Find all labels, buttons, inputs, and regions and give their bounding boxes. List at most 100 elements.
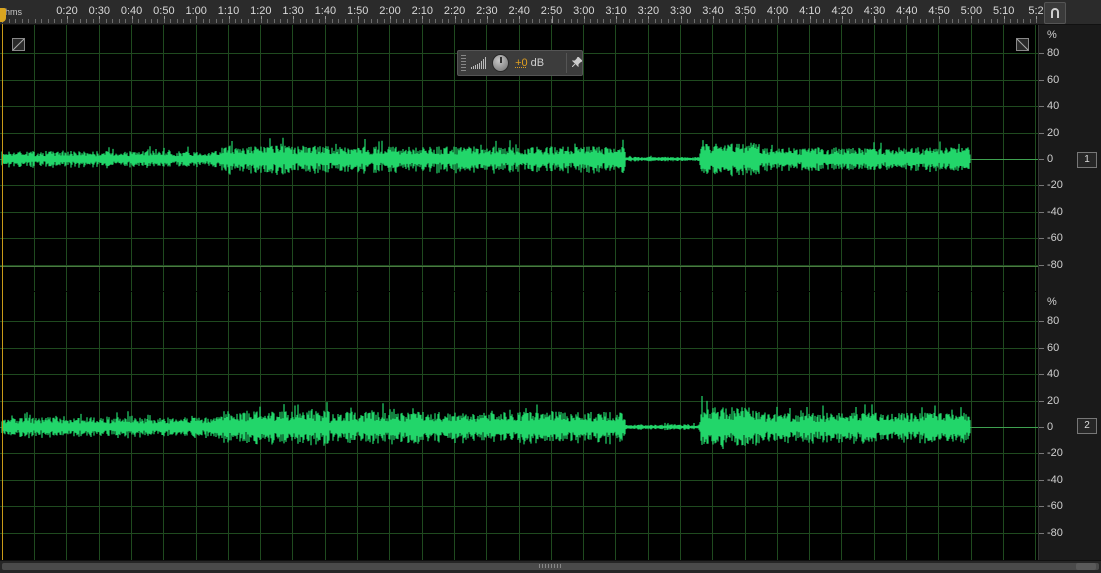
- ruler-minor-tick: [190, 19, 191, 23]
- amplitude-label: -80: [1047, 527, 1063, 539]
- ruler-minor-tick: [28, 19, 29, 23]
- ruler-minor-tick: [1030, 19, 1031, 23]
- amplitude-tick: [1039, 265, 1044, 266]
- ruler-minor-tick: [48, 19, 49, 23]
- ruler-minor-tick: [900, 19, 901, 23]
- ruler-minor-tick: [797, 19, 798, 23]
- ruler-minor-tick: [138, 19, 139, 23]
- amplitude-scale[interactable]: % 80 60 40 20 0 -20 -40 -60 -80% 80 60 40 20 0 -20 -40 -6…: [1038, 25, 1101, 560]
- amplitude-tick: [1039, 80, 1044, 81]
- volume-hud: +0 dB: [457, 50, 583, 76]
- ruler-minor-tick: [364, 19, 365, 23]
- volume-knob-icon[interactable]: [492, 54, 509, 72]
- ruler-minor-tick: [300, 19, 301, 23]
- ruler-minor-tick: [15, 19, 16, 23]
- amplitude-tick: [1039, 133, 1044, 134]
- ruler-minor-tick: [312, 19, 313, 23]
- ruler-minor-tick: [635, 19, 636, 23]
- amplitude-label: 80: [1047, 315, 1059, 327]
- waveform-canvas[interactable]: [0, 25, 1038, 560]
- zoom-right-corner-button[interactable]: [1016, 38, 1029, 51]
- ruler-minor-tick: [229, 19, 230, 23]
- ruler-minor-tick: [610, 19, 611, 23]
- amplitude-tick: [1039, 453, 1044, 454]
- channel-2-signal: [0, 292, 1038, 560]
- amplitude-tick: [1039, 159, 1044, 160]
- amplitude-label: -40: [1047, 206, 1063, 218]
- ruler-minor-tick: [145, 19, 146, 23]
- ruler-minor-tick: [894, 19, 895, 23]
- ruler-minor-tick: [881, 19, 882, 23]
- ruler-minor-tick: [920, 19, 921, 23]
- ruler-minor-tick: [500, 19, 501, 23]
- ruler-minor-tick: [991, 19, 992, 23]
- channel-2-badge[interactable]: 2: [1077, 418, 1097, 434]
- ruler-minor-tick: [371, 19, 372, 23]
- ruler-minor-tick: [648, 19, 649, 23]
- ruler-minor-tick: [157, 19, 158, 23]
- amplitude-label: 20: [1047, 127, 1059, 139]
- channel-separator[interactable]: [0, 266, 1101, 267]
- horizontal-scrollbar[interactable]: [0, 560, 1101, 573]
- ruler-minor-tick: [1036, 19, 1037, 23]
- ruler-minor-tick: [674, 19, 675, 23]
- hud-drag-grip[interactable]: [461, 55, 466, 71]
- ruler-major-tick: [552, 16, 553, 23]
- ruler-minor-tick: [377, 19, 378, 23]
- ruler-minor-tick: [196, 19, 197, 23]
- volume-value[interactable]: +0: [515, 57, 528, 69]
- ruler-minor-tick: [403, 19, 404, 23]
- pin-icon[interactable]: [572, 57, 582, 70]
- ruler-minor-tick: [655, 19, 656, 23]
- ruler-minor-tick: [1023, 19, 1024, 23]
- ruler-minor-tick: [629, 19, 630, 23]
- ruler-minor-tick: [254, 19, 255, 23]
- ruler-minor-tick: [61, 19, 62, 23]
- amplitude-tick: [1039, 106, 1044, 107]
- ruler-minor-tick: [164, 19, 165, 23]
- ruler-minor-tick: [700, 19, 701, 23]
- channel-1-badge[interactable]: 1: [1077, 152, 1097, 168]
- scrollbar-end-handle[interactable]: [1076, 563, 1096, 570]
- ruler-minor-tick: [1017, 19, 1018, 23]
- ruler-minor-tick: [338, 19, 339, 23]
- amplitude-label: 0: [1047, 153, 1053, 165]
- amplitude-tick: [1039, 401, 1044, 402]
- ruler-minor-tick: [125, 19, 126, 23]
- zoom-left-corner-button[interactable]: [12, 38, 25, 51]
- ruler-minor-tick: [726, 19, 727, 23]
- channel-2-waveform[interactable]: [0, 292, 1038, 560]
- ruler-minor-tick: [926, 19, 927, 23]
- ruler-minor-tick: [771, 19, 772, 23]
- ruler-minor-tick: [713, 19, 714, 23]
- ruler-minor-tick: [506, 19, 507, 23]
- ruler-minor-tick: [739, 19, 740, 23]
- ruler-minor-tick: [836, 19, 837, 23]
- ruler-minor-tick: [668, 19, 669, 23]
- ruler-minor-tick: [9, 19, 10, 23]
- ruler-minor-tick: [597, 19, 598, 23]
- ruler-unit-label: hms: [5, 7, 22, 17]
- snap-button[interactable]: [1044, 2, 1066, 24]
- playhead-marker[interactable]: [0, 8, 6, 22]
- waveform-path: [2, 138, 970, 177]
- ruler-minor-tick: [791, 19, 792, 23]
- ruler-minor-tick: [493, 19, 494, 23]
- ruler-minor-tick: [616, 19, 617, 23]
- ruler-minor-tick: [681, 19, 682, 23]
- ruler-minor-tick: [849, 19, 850, 23]
- ruler-minor-tick: [551, 19, 552, 23]
- amplitude-label: -20: [1047, 447, 1063, 459]
- ruler-minor-tick: [241, 19, 242, 23]
- ruler-minor-tick: [41, 19, 42, 23]
- ruler-minor-tick: [532, 19, 533, 23]
- timeline-ruler[interactable]: hms 0:20 0:30 0:40 0:50 1:00 1:10 1:20 1:30 1:40…: [0, 0, 1101, 25]
- ruler-minor-tick: [590, 19, 591, 23]
- ruler-minor-tick: [93, 19, 94, 23]
- ruler-minor-tick: [862, 19, 863, 23]
- playhead-line: [2, 24, 3, 560]
- ruler-minor-tick: [513, 19, 514, 23]
- amplitude-tick: [1039, 480, 1044, 481]
- ruler-minor-tick: [468, 19, 469, 23]
- ruler-minor-tick: [623, 19, 624, 23]
